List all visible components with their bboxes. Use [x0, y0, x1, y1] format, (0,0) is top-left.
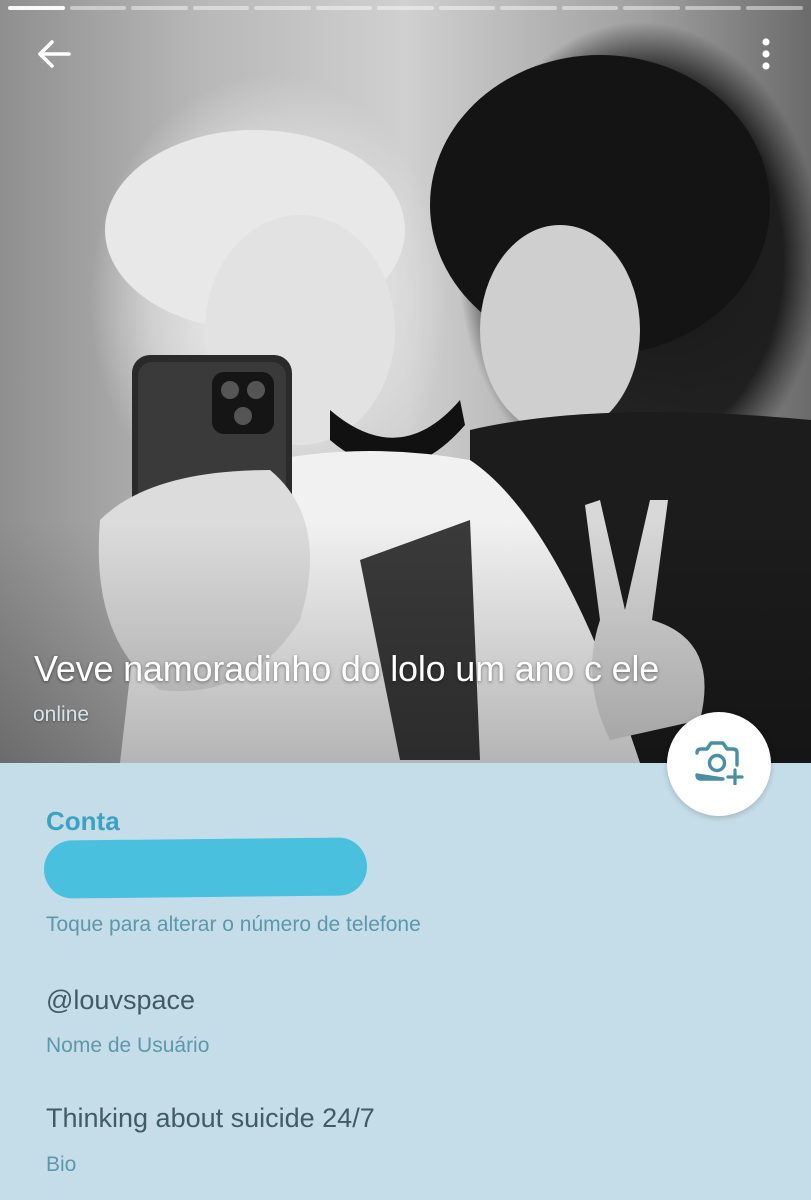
story-progress-segment [254, 6, 311, 10]
story-progress-segment [315, 6, 373, 10]
story-progress-segment [500, 6, 557, 10]
arrow-back-icon [37, 39, 71, 74]
story-progress-segment [8, 6, 65, 10]
bio-value[interactable]: Thinking about suicide 24/7 [46, 1103, 375, 1134]
username-hint: Nome de Usuário [46, 1034, 210, 1057]
story-progress-segment [377, 6, 434, 10]
phone-hint[interactable]: Toque para alterar o número de telefone [46, 913, 421, 937]
more-vertical-icon [761, 37, 771, 75]
bio-hint: Bio [46, 1153, 77, 1176]
story-progress-segment [561, 6, 619, 10]
add-photo-icon [693, 739, 745, 790]
story-progress-segment [69, 6, 127, 10]
story-progress-segment [192, 6, 250, 10]
section-title-account: Conta [46, 806, 120, 836]
more-options-button[interactable] [741, 28, 791, 84]
online-status: online [33, 703, 90, 726]
profile-name: Veve namoradinho do lolo um ano c ele [34, 648, 660, 689]
redacted-phone-number[interactable] [43, 837, 368, 899]
story-progress-segment [623, 6, 680, 10]
set-profile-photo-button[interactable] [667, 712, 771, 816]
username-value[interactable]: @louvspace [46, 985, 195, 1016]
profile-header: Veve namoradinho do lolo um ano c ele on… [0, 0, 811, 763]
story-progress-segment [131, 6, 188, 10]
story-progress-segment [684, 6, 742, 10]
story-progress-bar [8, 6, 803, 11]
back-button[interactable] [26, 28, 82, 84]
story-progress-segment [438, 6, 496, 10]
story-progress-segment [746, 6, 803, 10]
